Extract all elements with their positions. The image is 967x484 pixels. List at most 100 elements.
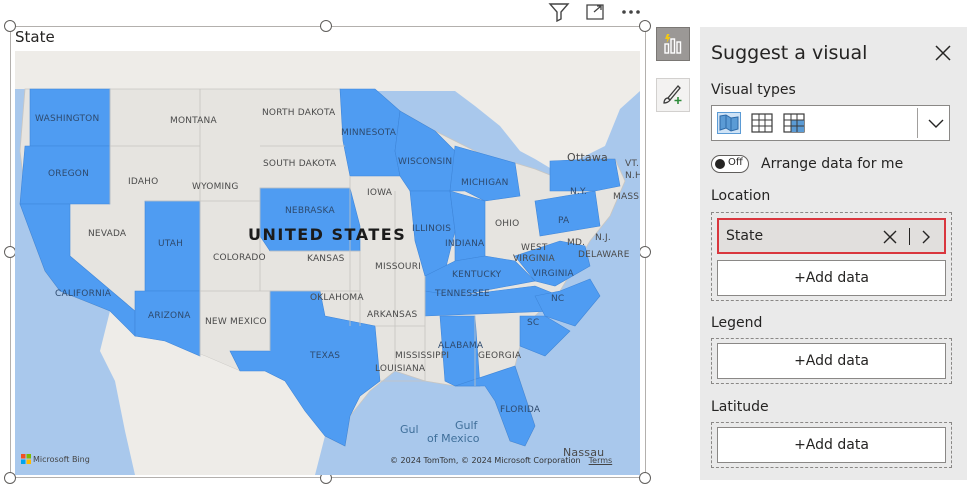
label-gulf-2: of Mexico bbox=[427, 432, 480, 445]
label-nc: NC bbox=[551, 294, 564, 304]
matrix-icon[interactable] bbox=[782, 112, 806, 134]
label-oregon: OREGON bbox=[48, 169, 89, 179]
label-mass: MASS bbox=[613, 192, 639, 202]
label-tennessee: TENNESSEE bbox=[434, 289, 490, 299]
latitude-label: Latitude bbox=[711, 399, 769, 415]
location-add-data-button[interactable]: +Add data bbox=[717, 260, 946, 296]
label-texas: TEXAS bbox=[309, 351, 340, 361]
label-louisiana: LOUISIANA bbox=[375, 364, 426, 374]
label-md: MD. bbox=[567, 238, 585, 248]
filter-icon[interactable] bbox=[548, 2, 570, 22]
label-west-virginia-2: VIRGINIA bbox=[513, 254, 555, 264]
attribution-text: © 2024 TomTom, © 2024 Microsoft Corporat… bbox=[390, 456, 581, 465]
format-visual-button[interactable] bbox=[656, 78, 690, 112]
resize-handle-right[interactable] bbox=[639, 246, 651, 258]
label-washington: WASHINGTON bbox=[35, 114, 99, 124]
suggest-visual-button[interactable] bbox=[656, 27, 690, 61]
label-ny: N.Y. bbox=[570, 187, 587, 197]
location-field-label: State bbox=[726, 228, 764, 244]
label-kentucky: KENTUCKY bbox=[452, 270, 502, 280]
label-nj: N.J. bbox=[595, 233, 611, 243]
visual-types-label: Visual types bbox=[711, 82, 796, 98]
label-michigan: MICHIGAN bbox=[461, 178, 509, 188]
chevron-down-icon[interactable] bbox=[926, 114, 946, 136]
bing-logo: Microsoft Bing bbox=[21, 454, 90, 464]
label-sc: SC bbox=[527, 318, 539, 328]
field-divider bbox=[909, 228, 910, 245]
label-illinois: ILLINOIS bbox=[412, 224, 451, 234]
toggle-knob bbox=[715, 159, 725, 169]
legend-label: Legend bbox=[711, 315, 763, 331]
map-attribution: © 2024 TomTom, © 2024 Microsoft Corporat… bbox=[390, 456, 612, 465]
label-ohio: OHIO bbox=[495, 219, 519, 229]
label-arizona: ARIZONA bbox=[148, 311, 191, 321]
label-oklahoma: OKLAHOMA bbox=[310, 293, 364, 303]
label-nevada: NEVADA bbox=[88, 229, 127, 239]
label-california: CALIFORNIA bbox=[55, 289, 112, 299]
location-field-state[interactable]: State bbox=[717, 218, 946, 254]
label-new-mexico: NEW MEXICO bbox=[205, 317, 267, 327]
arrange-data-label: Arrange data for me bbox=[761, 156, 904, 172]
latitude-well: +Add data bbox=[711, 422, 952, 468]
remove-field-icon[interactable] bbox=[882, 229, 898, 249]
label-virginia: VIRGINIA bbox=[532, 269, 574, 279]
label-south-dakota: SOUTH DAKOTA bbox=[263, 159, 337, 169]
arrange-data-toggle[interactable]: Off bbox=[711, 155, 749, 173]
visual-types-divider bbox=[917, 108, 918, 138]
state-indiana[interactable] bbox=[449, 190, 486, 262]
close-pane-button[interactable] bbox=[934, 44, 952, 66]
filled-map[interactable]: WASHINGTON OREGON CALIFORNIA NEVADA IDAH… bbox=[15, 51, 640, 475]
label-minnesota: MINNESOTA bbox=[341, 128, 397, 138]
label-utah: UTAH bbox=[158, 239, 183, 249]
bing-label: Microsoft Bing bbox=[33, 454, 90, 464]
label-arkansas: ARKANSAS bbox=[367, 310, 417, 320]
resize-handle-top[interactable] bbox=[320, 20, 332, 32]
terms-link[interactable]: Terms bbox=[589, 456, 613, 465]
label-ottawa: Ottawa bbox=[567, 151, 608, 164]
visual-header bbox=[548, 2, 642, 22]
pane-title: Suggest a visual bbox=[711, 42, 868, 64]
microsoft-logo-icon bbox=[21, 454, 31, 464]
chevron-right-icon[interactable] bbox=[920, 229, 932, 249]
label-idaho: IDAHO bbox=[128, 177, 158, 187]
label-kansas: KANSAS bbox=[307, 254, 345, 264]
filled-map-icon[interactable] bbox=[717, 112, 741, 134]
label-indiana: INDIANA bbox=[445, 239, 485, 249]
label-gul: Gul bbox=[400, 423, 419, 436]
label-alabama: ALABAMA bbox=[438, 341, 484, 351]
suggest-visual-icon bbox=[664, 34, 682, 54]
label-nebraska: NEBRASKA bbox=[285, 206, 335, 216]
latitude-add-data-button[interactable]: +Add data bbox=[717, 427, 946, 463]
label-wyoming: WYOMING bbox=[192, 182, 239, 192]
focus-mode-icon[interactable] bbox=[584, 2, 606, 22]
label-colorado: COLORADO bbox=[213, 253, 266, 263]
label-iowa: IOWA bbox=[367, 188, 393, 198]
label-missouri: MISSOURI bbox=[375, 262, 421, 272]
visual-types-picker[interactable] bbox=[711, 105, 950, 141]
resize-handle-bottom-right[interactable] bbox=[639, 472, 651, 484]
label-georgia: GEORGIA bbox=[478, 351, 522, 361]
table-icon[interactable] bbox=[750, 112, 774, 134]
label-west-virginia-1: WEST bbox=[521, 243, 548, 253]
label-country: UNITED STATES bbox=[248, 225, 406, 244]
label-florida: FLORIDA bbox=[500, 405, 541, 415]
suggest-visual-pane: Suggest a visual Visual types Off Arrang… bbox=[700, 27, 967, 480]
visual-title: State bbox=[15, 28, 55, 46]
label-pa: PA bbox=[558, 216, 570, 226]
location-label: Location bbox=[711, 188, 771, 204]
label-vt: VT. bbox=[625, 159, 639, 169]
legend-well: +Add data bbox=[711, 338, 952, 384]
label-montana: MONTANA bbox=[170, 116, 217, 126]
more-options-icon[interactable] bbox=[620, 2, 642, 22]
label-nh: N.H. bbox=[625, 171, 640, 181]
close-icon bbox=[935, 45, 951, 61]
label-gulf-1: Gulf bbox=[455, 419, 479, 432]
resize-handle-top-right[interactable] bbox=[639, 20, 651, 32]
paintbrush-icon bbox=[663, 85, 682, 104]
location-well: State +Add data bbox=[711, 212, 952, 301]
label-wisconsin: WISCONSIN bbox=[398, 157, 452, 167]
label-delaware: DELAWARE bbox=[578, 250, 630, 260]
label-mississippi: MISSISSIPPI bbox=[395, 351, 449, 361]
label-north-dakota: NORTH DAKOTA bbox=[262, 108, 336, 118]
legend-add-data-button[interactable]: +Add data bbox=[717, 343, 946, 379]
